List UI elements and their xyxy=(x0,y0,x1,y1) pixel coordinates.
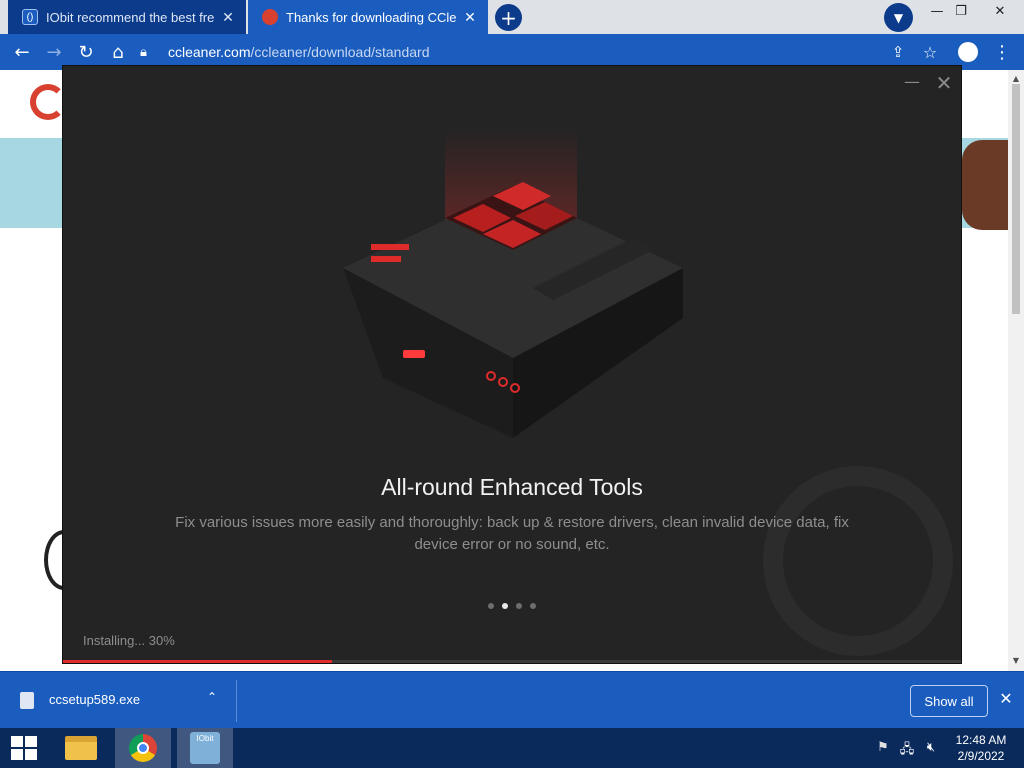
slide-pagination xyxy=(63,603,961,609)
close-download-shelf-icon[interactable]: ✕ xyxy=(996,689,1016,708)
back-arrow-icon[interactable]: ← xyxy=(10,40,34,64)
speaker-muted-icon[interactable]: 🔇︎ xyxy=(922,740,940,756)
installer-dialog: — ✕ All-round Enhanced Tools Fix various… xyxy=(62,65,962,664)
close-icon[interactable]: ✕ xyxy=(933,71,955,95)
close-tab-icon[interactable]: ✕ xyxy=(462,9,478,26)
exe-file-icon xyxy=(20,692,34,709)
iobit-installer-taskbar-button[interactable]: IObit xyxy=(177,728,233,768)
new-tab-button[interactable]: + xyxy=(495,4,522,31)
file-explorer-taskbar-button[interactable] xyxy=(53,728,109,768)
slide-dot[interactable] xyxy=(530,603,536,609)
show-all-button[interactable]: Show all xyxy=(910,685,988,717)
clock-time: 12:48 AM xyxy=(955,733,1007,747)
chrome-icon xyxy=(129,734,157,762)
windows-start-icon[interactable] xyxy=(6,734,42,762)
scrollbar-thumb[interactable] xyxy=(1012,84,1020,314)
share-icon[interactable]: ⇪ xyxy=(886,40,910,64)
slide-dot-active[interactable] xyxy=(502,603,508,609)
tab-title: Thanks for downloading CCleane xyxy=(286,9,456,25)
folder-icon xyxy=(65,736,97,760)
home-icon[interactable]: ⌂ xyxy=(106,40,130,64)
url-host: ccleaner.com xyxy=(168,44,251,60)
address-bar[interactable]: 🔒︎ ccleaner.com/ccleaner/download/standa… xyxy=(140,37,950,67)
forward-arrow-icon[interactable]: → xyxy=(42,40,66,64)
install-status-text: Installing... 30% xyxy=(83,633,175,648)
slide-dot[interactable] xyxy=(488,603,494,609)
toolbox-illustration xyxy=(343,128,683,438)
windows-taskbar: IObit ⚑ 🖧︎ 🔇︎ 12:48 AM 2/9/2022 xyxy=(0,728,1024,768)
tab-title: IObit recommend the best free, f xyxy=(46,9,214,25)
tab-ccleaner[interactable]: Thanks for downloading CCleane ✕ xyxy=(248,0,488,34)
browser-menu-icon[interactable]: ⋮ xyxy=(990,40,1014,64)
iobit-favicon-icon: () xyxy=(22,9,38,25)
slide-description: Fix various issues more easily and thoro… xyxy=(175,514,849,553)
iobit-icon: IObit xyxy=(190,732,220,764)
download-shelf: ccsetup589.exe ⌃ Show all ✕ xyxy=(0,671,1024,728)
lock-icon: 🔒︎ xyxy=(140,44,147,59)
install-progress-bar xyxy=(63,660,961,663)
network-icon[interactable]: 🖧︎ xyxy=(898,740,916,757)
chrome-taskbar-button[interactable] xyxy=(115,728,171,768)
close-tab-icon[interactable]: ✕ xyxy=(220,9,236,26)
ccleaner-logo-icon xyxy=(30,84,66,120)
reload-icon[interactable]: ↻ xyxy=(74,40,98,64)
scroll-up-icon[interactable]: ▲ xyxy=(1008,74,1024,83)
tab-search-button[interactable]: ▼ xyxy=(884,3,913,32)
restore-window-icon[interactable]: ❐ xyxy=(946,0,976,22)
action-center-flag-icon[interactable]: ⚑ xyxy=(874,740,892,756)
ccleaner-favicon-icon xyxy=(262,9,278,25)
hero-image xyxy=(962,140,1008,230)
url-path: /ccleaner/download/standard xyxy=(250,44,430,60)
close-window-icon[interactable]: ✕ xyxy=(985,0,1015,22)
download-file-name[interactable]: ccsetup589.exe xyxy=(49,692,140,707)
browser-tab-strip: () IObit recommend the best free, f ✕ Th… xyxy=(0,0,1024,34)
slide-dot[interactable] xyxy=(516,603,522,609)
divider xyxy=(236,680,237,722)
system-clock[interactable]: 12:48 AM 2/9/2022 xyxy=(948,732,1014,764)
page-scrollbar[interactable]: ▲ ▼ xyxy=(1008,70,1024,671)
tab-iobit[interactable]: () IObit recommend the best free, f ✕ xyxy=(8,0,246,34)
minimize-icon[interactable]: — xyxy=(901,72,923,92)
scroll-down-icon[interactable]: ▼ xyxy=(1008,656,1024,665)
bookmark-star-icon[interactable]: ☆ xyxy=(918,40,942,64)
install-progress-fill xyxy=(63,660,333,663)
profile-avatar-icon[interactable] xyxy=(956,40,980,64)
slide-title: All-round Enhanced Tools xyxy=(381,474,643,500)
clock-date: 2/9/2022 xyxy=(957,749,1005,763)
chevron-up-icon[interactable]: ⌃ xyxy=(204,690,220,704)
